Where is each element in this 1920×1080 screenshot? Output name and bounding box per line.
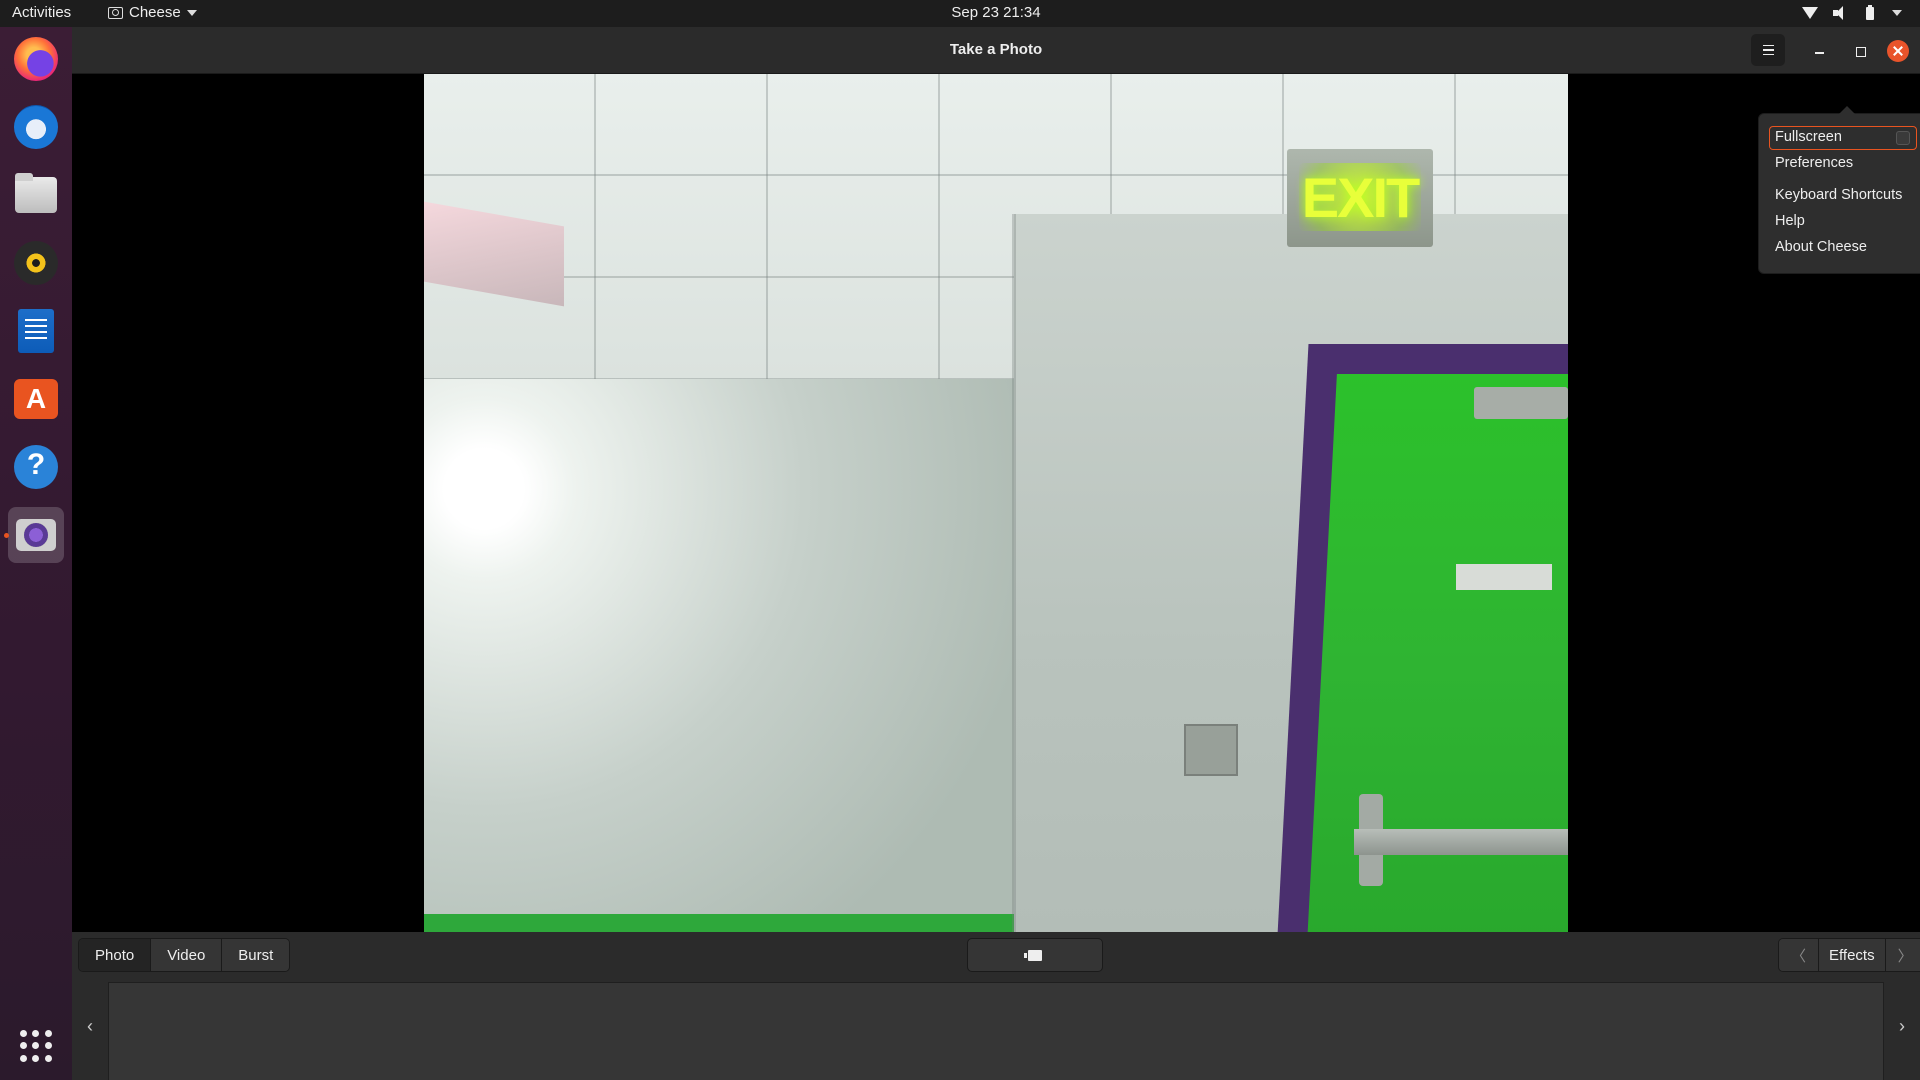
menu-item-keyboard-shortcuts[interactable]: Keyboard Shortcuts [1769,184,1917,208]
thumbnail-area[interactable] [108,982,1884,1080]
door-label [1456,564,1552,590]
camera-shutter-icon [1024,949,1042,961]
cheese-icon [16,519,56,551]
dock-item-help[interactable] [8,439,64,495]
dock-item-cheese[interactable] [8,507,64,563]
wifi-icon [1802,5,1818,21]
main-menu-popover: Fullscreen Preferences Keyboard Shortcut… [1758,106,1920,274]
effects-button[interactable]: Effects [1819,939,1886,971]
app-menu[interactable]: Cheese [108,4,197,21]
photo-mode-button[interactable]: Photo [79,939,152,971]
thumbnail-bar: ‹ › [72,980,1920,1080]
dock-item-app-center[interactable] [8,371,64,427]
effects-switcher: 〈 Effects 〉 [1778,938,1920,972]
burst-mode-button[interactable]: Burst [222,939,290,971]
floor-strip [424,914,1014,932]
hamburger-icon [1762,44,1774,47]
battery-icon [1862,5,1878,21]
title-bar[interactable]: Take a Photo [72,27,1920,74]
chevron-down-icon [1892,10,1902,16]
system-tray[interactable] [1802,5,1902,21]
menu-separator [1759,180,1920,181]
firefox-icon [14,37,58,81]
wall-corner [1012,214,1016,932]
show-apps-icon[interactable] [20,1030,52,1062]
activities-button[interactable]: Activities [12,4,71,21]
exit-sign-text: EXIT [1301,166,1420,229]
dock-item-rhythmbox[interactable] [8,235,64,291]
thumbnail-prev-button[interactable]: ‹ [80,1016,100,1042]
thumbnail-next-button[interactable]: › [1892,1016,1912,1042]
menu-item-about[interactable]: About Cheese [1769,236,1917,260]
hamburger-menu-button[interactable] [1751,34,1785,66]
bottom-toolbar: Photo Video Burst 〈 Effects 〉 [72,932,1920,980]
close-button[interactable] [1887,40,1909,62]
camera-icon [108,6,123,19]
chevron-down-icon [186,9,197,16]
left-wall [424,379,1014,932]
help-icon [14,445,58,489]
dock-item-thunderbird[interactable] [8,99,64,155]
window-title: Take a Photo [949,41,1043,58]
app-menu-label: Cheese [129,4,181,21]
top-bar: Activities Cheese Sep 23 21:34 [0,0,1920,27]
menu-item-preferences[interactable]: Preferences [1769,152,1917,176]
menu-item-help[interactable]: Help [1769,210,1917,234]
take-photo-button[interactable] [967,938,1103,972]
menu-item-fullscreen-label: Fullscreen [1775,129,1842,145]
maximize-button[interactable] [1850,41,1870,61]
libreoffice-writer-icon [18,309,54,353]
files-icon [15,173,57,213]
clock[interactable]: Sep 23 21:34 [0,4,1920,21]
thunderbird-icon [14,105,58,149]
light-switch [1184,724,1238,776]
app-center-icon [14,379,58,419]
effects-next-button[interactable]: 〉 [1885,939,1920,971]
video-mode-button[interactable]: Video [151,939,223,971]
door-closer [1474,387,1568,419]
fullscreen-checkbox[interactable] [1896,131,1910,145]
running-indicator [4,533,9,538]
dock-item-writer[interactable] [8,303,64,359]
dock-item-files[interactable] [8,167,64,223]
rhythmbox-icon [14,241,58,285]
volume-icon [1832,5,1848,21]
dock [0,27,72,1080]
cheese-window: Take a Photo EXIT Fullscreen Preferences… [72,27,1920,1080]
push-bar [1354,829,1568,855]
mode-switcher: Photo Video Burst [78,938,291,972]
effects-prev-button[interactable]: 〈 [1779,939,1820,971]
dock-item-firefox[interactable] [8,31,64,87]
minimize-button[interactable] [1810,41,1830,61]
camera-preview: EXIT [424,74,1568,932]
exit-sign: EXIT [1287,149,1433,247]
menu-item-fullscreen[interactable]: Fullscreen [1769,126,1917,150]
